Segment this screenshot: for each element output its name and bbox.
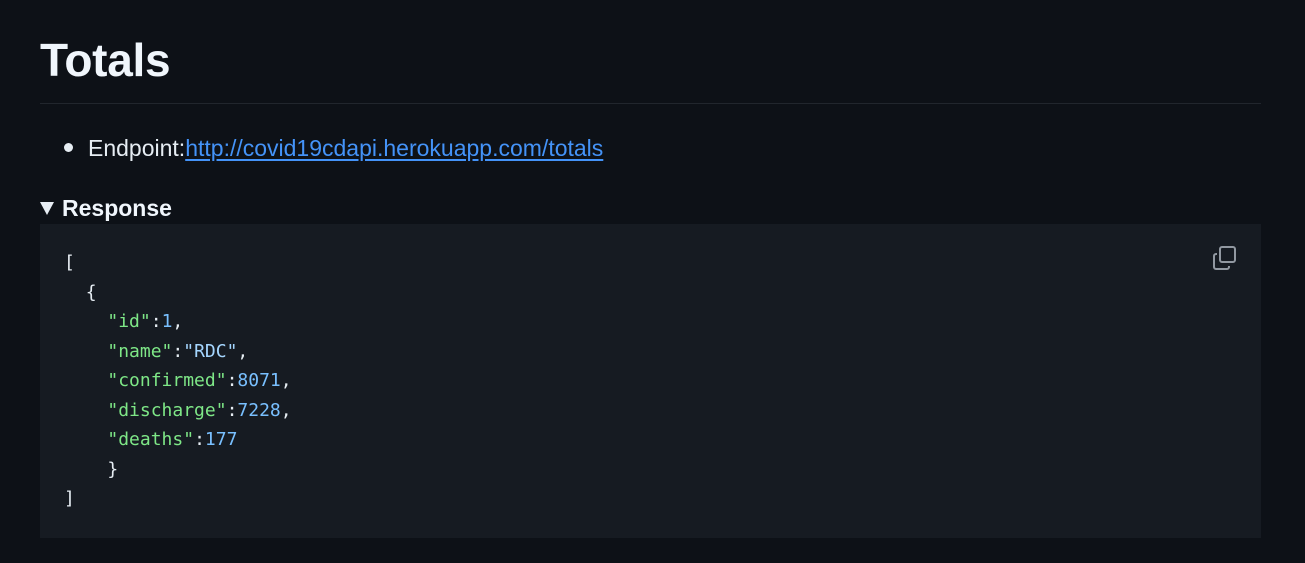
markdown-page: Totals Endpoint:http://covid19cdapi.hero… bbox=[0, 0, 1305, 563]
bullet-icon bbox=[64, 143, 73, 152]
json-value-deaths: 177 bbox=[204, 429, 238, 450]
json-key-name: "name" bbox=[107, 340, 173, 362]
section-heading: Totals bbox=[40, 34, 171, 86]
endpoint-label: Endpoint: bbox=[88, 135, 186, 161]
response-summary-label: Response bbox=[62, 194, 172, 221]
code-comma: , bbox=[280, 399, 292, 421]
json-value-id: 1 bbox=[161, 311, 173, 332]
json-value-name: "RDC" bbox=[183, 340, 238, 362]
json-code: [ { "id":1, "name":"RDC", "confirmed":80… bbox=[64, 252, 292, 509]
json-value-confirmed: 8071 bbox=[237, 370, 281, 391]
endpoint-list-item: Endpoint:http://covid19cdapi.herokuapp.c… bbox=[64, 128, 603, 168]
triangle-down-icon bbox=[40, 202, 54, 215]
copy-icon bbox=[1213, 246, 1236, 270]
json-key-id: "id" bbox=[107, 311, 151, 332]
code-comma: , bbox=[237, 340, 249, 362]
code-open-bracket: [ bbox=[64, 252, 75, 273]
heading-divider bbox=[40, 103, 1261, 104]
code-open-brace: { bbox=[85, 281, 97, 303]
code-close-brace: } bbox=[107, 458, 119, 480]
endpoint-list: Endpoint:http://covid19cdapi.herokuapp.c… bbox=[64, 128, 603, 168]
json-value-discharge: 7228 bbox=[237, 399, 281, 421]
code-comma: , bbox=[172, 311, 184, 332]
response-code-block: [ { "id":1, "name":"RDC", "confirmed":80… bbox=[40, 224, 1261, 538]
copy-button[interactable] bbox=[1211, 244, 1239, 272]
code-comma: , bbox=[280, 370, 292, 391]
endpoint-link[interactable]: http://covid19cdapi.herokuapp.com/totals bbox=[185, 135, 603, 161]
json-key-discharge: "discharge" bbox=[107, 399, 227, 421]
json-key-confirmed: "confirmed" bbox=[107, 370, 227, 391]
json-key-deaths: "deaths" bbox=[107, 429, 195, 450]
response-details-toggle[interactable]: Response bbox=[40, 192, 172, 224]
code-close-bracket: ] bbox=[64, 488, 75, 509]
